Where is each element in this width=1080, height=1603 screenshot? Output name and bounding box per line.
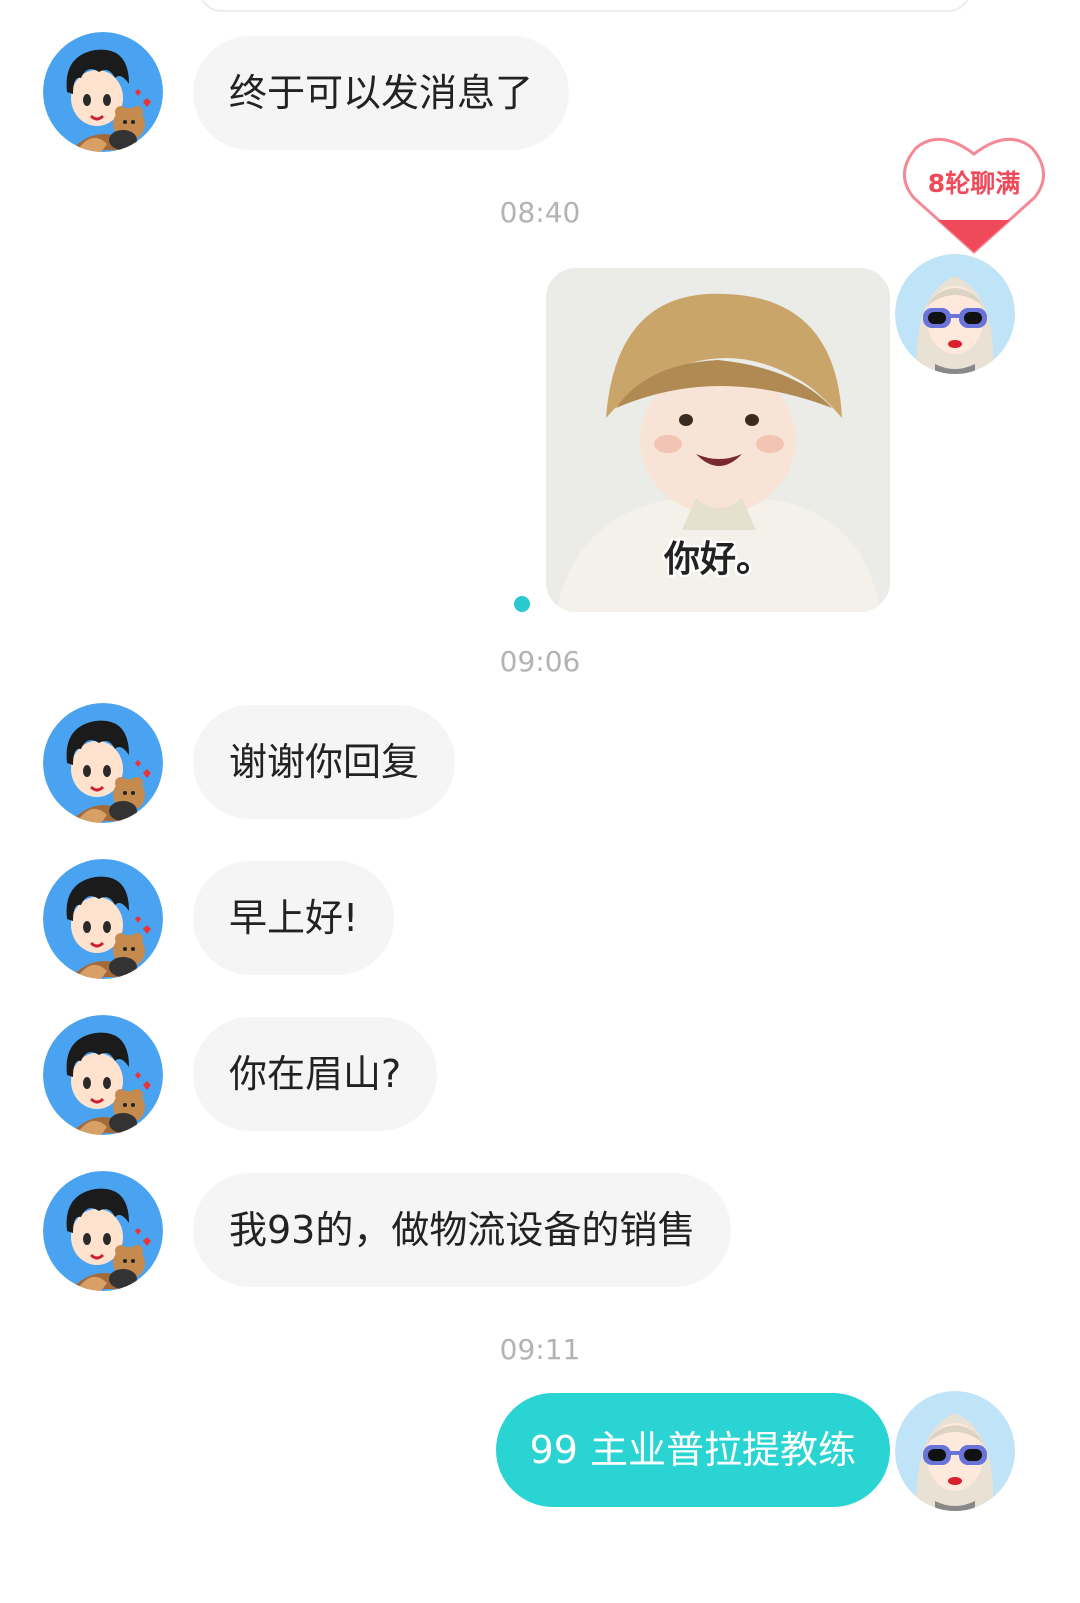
boy-avatar-icon (43, 859, 163, 979)
chat-rounds-badge[interactable]: 8轮聊满 (900, 128, 1048, 258)
my-avatar[interactable] (895, 254, 1015, 374)
message-text: 谢谢你回复 (229, 740, 420, 784)
outgoing-message[interactable]: 99 主业普拉提教练 (495, 1393, 890, 1507)
message-text: 你在眉山? (229, 1052, 402, 1096)
sticker-caption: 你好。 (663, 539, 772, 580)
my-avatar[interactable] (895, 1391, 1015, 1511)
incoming-message[interactable]: 你在眉山? (193, 1017, 438, 1131)
timestamp: 09:11 (499, 1333, 581, 1366)
timestamp: 09:06 (499, 645, 581, 678)
girl-avatar-icon (895, 1391, 1015, 1511)
contact-avatar[interactable] (43, 859, 163, 979)
previous-message-card (198, 0, 972, 12)
boy-avatar-icon (43, 1015, 163, 1135)
boy-avatar-icon (43, 1171, 163, 1291)
incoming-message[interactable]: 谢谢你回复 (193, 705, 456, 819)
incoming-message[interactable]: 我93的，做物流设备的销售 (193, 1173, 732, 1287)
badge-label: 8轮聊满 (927, 169, 1021, 198)
boy-avatar-icon (43, 703, 163, 823)
contact-avatar[interactable] (43, 32, 163, 152)
incoming-message[interactable]: 终于可以发消息了 (193, 36, 570, 150)
boy-avatar-icon (43, 32, 163, 152)
read-status-dot (514, 596, 530, 612)
contact-avatar[interactable] (43, 1171, 163, 1291)
message-text: 终于可以发消息了 (229, 71, 534, 115)
message-text: 早上好! (229, 896, 359, 940)
contact-avatar[interactable] (43, 1015, 163, 1135)
timestamp: 08:40 (499, 196, 581, 229)
photo-message[interactable]: 你好。 (546, 268, 890, 612)
message-text: 我93的，做物流设备的销售 (229, 1208, 696, 1252)
contact-avatar[interactable] (43, 703, 163, 823)
message-text: 99 主业普拉提教练 (529, 1428, 856, 1472)
girl-avatar-icon (895, 254, 1015, 374)
incoming-message[interactable]: 早上好! (193, 861, 395, 975)
